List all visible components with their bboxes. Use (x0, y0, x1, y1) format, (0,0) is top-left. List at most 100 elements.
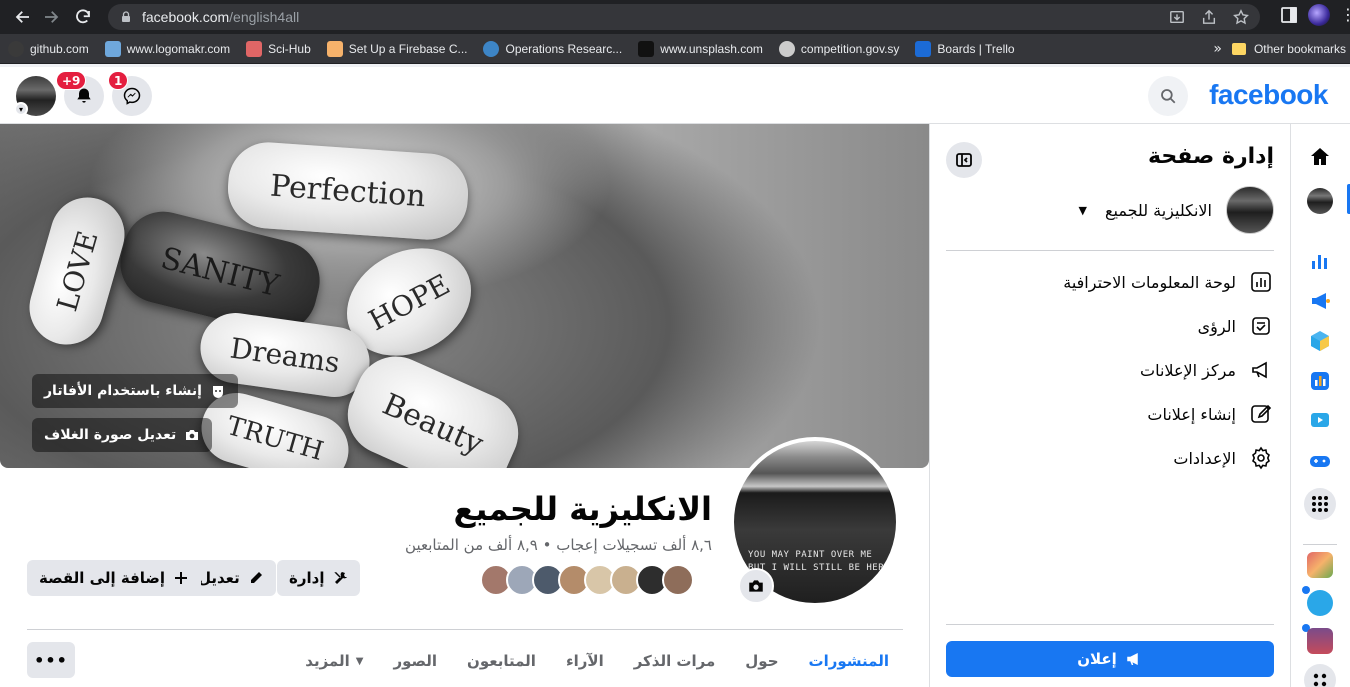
bookmark-competition[interactable]: competition.gov.sy (771, 37, 908, 61)
notifications-button[interactable]: +9 (56, 71, 104, 116)
facebook-logo[interactable]: facebook (1209, 79, 1328, 111)
analytics-icon[interactable] (1305, 366, 1335, 396)
page-stats[interactable]: ٨,٦ ألف تسجيلات إعجاب • ٨,٩ ألف من المتا… (405, 536, 712, 554)
pill-love: LOVE (20, 188, 134, 354)
menu-create-ads[interactable]: إنشاء إعلانات (1147, 400, 1274, 428)
menu-insights[interactable]: الرؤى (1198, 312, 1274, 340)
tab-mentions[interactable]: مرات الذكر (634, 644, 716, 678)
insights-icon (1248, 313, 1274, 339)
gaming-icon[interactable] (1305, 446, 1335, 476)
reload-icon[interactable] (72, 6, 94, 28)
follower-avatar[interactable] (662, 564, 694, 596)
page-main: Perfection SANITY HOPE LOVE Dreams Beaut… (0, 124, 929, 687)
follower-avatars[interactable] (480, 564, 694, 596)
pencil-icon (250, 572, 262, 583)
caret-down-icon: ▼ (1078, 203, 1087, 217)
right-nav-rail (1290, 124, 1350, 687)
page-switcher-name: الانكليزية للجميع (1104, 200, 1212, 220)
more-shortcuts-icon[interactable] (1304, 664, 1336, 687)
home-icon[interactable] (1305, 142, 1335, 172)
edit-ad-icon (1248, 401, 1274, 427)
rail-divider (1303, 544, 1337, 545)
ads-icon[interactable] (1305, 286, 1335, 316)
manage-page-panel: إدارة صفحة ▼ الانكليزية للجميع لوحة المع… (929, 124, 1290, 687)
bookmark-star-icon[interactable] (1232, 8, 1250, 26)
shortcut-group-3[interactable] (1305, 626, 1335, 656)
caret-down-icon: ▼ (355, 655, 364, 667)
install-app-icon[interactable] (1168, 8, 1186, 26)
menu-settings[interactable]: الإعدادات (1173, 444, 1274, 472)
camera-icon (186, 430, 199, 440)
bookmark-logomakr[interactable]: www.logomakr.com (97, 37, 238, 61)
folder-icon (1231, 42, 1246, 55)
side-panel-icon[interactable] (1280, 6, 1298, 24)
add-to-story-button[interactable]: إضافة إلى القصة (27, 560, 202, 596)
pill-perfection: Perfection (225, 139, 471, 243)
dashboard-icon (1248, 269, 1274, 295)
promote-button[interactable]: إعلان (946, 641, 1274, 677)
other-bookmarks[interactable]: Other bookmarks (1231, 42, 1350, 56)
bookmark-unsplash[interactable]: www.unsplash.com (630, 37, 771, 61)
tools-icon (334, 572, 348, 584)
search-button[interactable] (1148, 76, 1188, 116)
menu-ad-center[interactable]: مركز الإعلانات (1140, 356, 1274, 384)
back-icon[interactable] (12, 6, 34, 28)
dashboard-icon[interactable] (1305, 246, 1335, 276)
tab-photos[interactable]: الصور (393, 644, 437, 678)
cube-icon[interactable] (1305, 326, 1335, 356)
video-icon[interactable] (1305, 406, 1335, 436)
collapse-icon (956, 153, 972, 167)
bookmark-trello[interactable]: Boards | Trello (907, 37, 1022, 61)
logomakr-icon (104, 40, 121, 57)
forward-icon[interactable] (40, 6, 62, 28)
menu-professional-dashboard[interactable]: لوحة المعلومات الاحترافية (1063, 268, 1274, 296)
bookmarks-overflow-button[interactable]: » (1203, 41, 1232, 57)
tab-more[interactable]: المزيد ▼ (305, 644, 363, 678)
profile-extension-icon[interactable] (1308, 4, 1330, 26)
trello-icon (915, 40, 932, 57)
megaphone-icon (1248, 357, 1274, 383)
bookmark-operations[interactable]: Operations Researc... (475, 37, 630, 61)
avatar-icon (212, 386, 223, 398)
chevron-down-icon[interactable]: ▾ (14, 102, 28, 116)
more-options-button[interactable]: ••• (27, 642, 75, 678)
url-host: facebook.com (142, 9, 230, 25)
camera-icon (749, 580, 763, 592)
chrome-menu-icon[interactable]: ⋮ (1340, 6, 1350, 24)
manage-title: إدارة صفحة (1148, 144, 1274, 169)
address-bar[interactable]: facebook.com/english4all (108, 4, 1260, 30)
shortcut-group-1[interactable] (1305, 550, 1335, 580)
tab-reviews[interactable]: الآراء (566, 644, 604, 678)
update-profile-picture-button[interactable] (738, 568, 774, 604)
notifications-badge: +9 (56, 71, 87, 90)
tab-posts[interactable]: المنشورات (809, 644, 889, 678)
manage-divider (946, 624, 1274, 625)
page-title: الانكليزية للجميع (453, 490, 712, 528)
tab-followers[interactable]: المتابعون (467, 644, 536, 678)
create-with-avatar-button[interactable]: إنشاء باستخدام الأفاتار (32, 374, 238, 408)
firebase-icon (326, 40, 343, 57)
unsplash-icon (638, 40, 655, 57)
shortcut-group-2[interactable] (1305, 588, 1335, 618)
messenger-icon (123, 87, 141, 105)
lock-icon (122, 11, 130, 22)
all-tools-icon[interactable] (1304, 488, 1336, 520)
collapse-panel-button[interactable] (946, 142, 982, 178)
tab-about[interactable]: حول (745, 644, 778, 678)
page-avatar (1226, 186, 1274, 234)
edit-cover-photo-button[interactable]: تعديل صورة الغلاف (32, 418, 213, 452)
bookmark-scihub[interactable]: Sci-Hub (238, 37, 319, 61)
url-path: /english4all (229, 9, 300, 25)
github-icon (8, 40, 24, 57)
messenger-button[interactable]: 1 (108, 71, 152, 116)
scihub-icon (246, 40, 263, 57)
bookmark-github[interactable]: github.com (0, 37, 97, 61)
cover-photo: Perfection SANITY HOPE LOVE Dreams Beaut… (0, 124, 929, 468)
page-switcher[interactable]: ▼ الانكليزية للجميع (1078, 186, 1274, 234)
page-avatar-rail[interactable] (1305, 186, 1335, 216)
manage-divider (946, 250, 1274, 251)
manage-button[interactable]: إدارة (277, 560, 361, 596)
bookmark-firebase[interactable]: Set Up a Firebase C... (319, 37, 476, 61)
share-icon[interactable] (1200, 8, 1218, 26)
facebook-header: ▾ +9 1 facebook (0, 67, 1350, 124)
